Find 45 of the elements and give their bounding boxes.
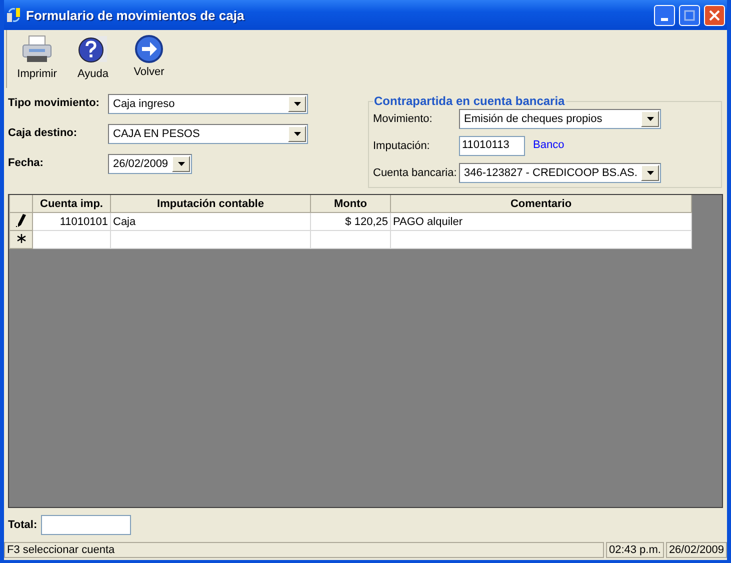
dropdown-field[interactable]: Caja ingreso — [108, 94, 308, 114]
toolbar-button[interactable]: Imprimir — [15, 34, 59, 88]
table-cell: PAGO alquiler — [390, 212, 692, 230]
field-label: Fecha: — [8, 156, 44, 171]
bank-link[interactable]: Banco — [533, 138, 564, 151]
dropdown-arrow-icon — [646, 171, 654, 176]
table-cell: Caja — [110, 212, 310, 230]
status-message: F3 seleccionar cuenta — [4, 542, 604, 558]
table-cell: 11010101 — [32, 212, 110, 230]
field-label: Imputación: — [373, 140, 431, 152]
field-label: Cuenta bancaria: — [373, 167, 458, 180]
dropdown-field[interactable]: CAJA EN PESOS — [108, 124, 308, 144]
toolbar-button[interactable]: Volver — [127, 34, 171, 88]
dropdown-arrow-icon — [294, 102, 300, 106]
total-label: Total: — [8, 519, 38, 531]
table-cell: $ 120,25 — [310, 212, 390, 230]
column-header[interactable]: Imputación contable — [110, 195, 310, 212]
dropdown-field[interactable]: Emisión de cheques propios — [459, 108, 661, 129]
maximize-icon — [684, 10, 695, 20]
app-icon — [6, 7, 22, 23]
maximize-button[interactable] — [679, 4, 700, 26]
status-time: 02:43 p.m. — [606, 542, 664, 558]
minimize-button[interactable] — [654, 4, 675, 26]
column-header[interactable]: Monto — [310, 195, 390, 212]
field-label: Caja destino: — [8, 126, 78, 141]
input-field[interactable]: 11010113 — [459, 136, 525, 156]
dropdown-field[interactable]: 346-123827 - CREDICOOP BS.AS. — [459, 163, 661, 184]
window-title: Formulario de movimientos de caja — [26, 8, 246, 22]
minimize-icon — [661, 18, 668, 20]
toolbar-button[interactable]: Ayuda — [71, 34, 115, 88]
group-title: Contrapartida en cuenta bancaria — [373, 94, 566, 108]
dropdown-arrow-icon — [294, 132, 300, 136]
asterisk-icon — [16, 234, 26, 242]
pencil-icon — [16, 214, 26, 226]
column-header[interactable]: Comentario — [390, 195, 692, 212]
field-label: Tipo movimiento: — [8, 96, 100, 111]
total-field[interactable] — [41, 515, 132, 535]
dropdown-arrow-icon — [178, 162, 184, 166]
status-date: 26/02/2009 — [666, 542, 727, 558]
dropdown-field[interactable]: 26/02/2009 — [108, 154, 192, 174]
dropdown-arrow-icon — [646, 116, 654, 121]
close-button[interactable] — [704, 4, 725, 26]
column-header[interactable]: Cuenta imp. — [32, 195, 110, 212]
close-icon — [709, 10, 720, 20]
field-label: Movimiento: — [373, 112, 434, 125]
